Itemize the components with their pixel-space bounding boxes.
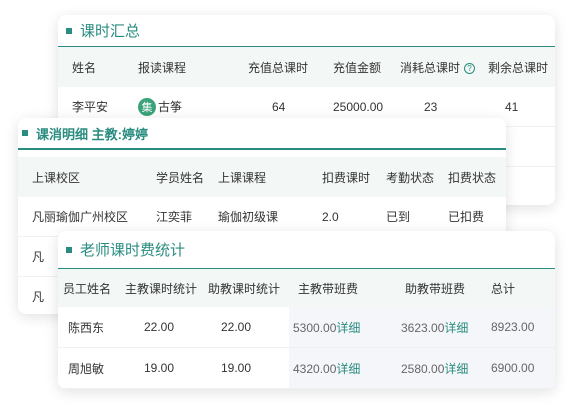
col-header-total: 总计 <box>491 281 516 296</box>
teacher-fee-title-bar: 老师课时费统计 <box>58 231 555 269</box>
amount: 25000.00 <box>333 99 384 114</box>
class-consumption-header-row: 上课校区 学员姓名 上课课程 扣费课时 考勤状态 扣费状态 <box>18 157 506 197</box>
course-cell: 集 古筝 <box>138 97 248 116</box>
teacher-fee-header-row: 员工姓名 主教课时统计 助教课时统计 主教带班费 助教带班费 总计 <box>58 269 555 307</box>
main-hours: 19.00 <box>144 361 175 375</box>
employee-name: 陈西东 <box>68 320 105 335</box>
col-header-name: 姓名 <box>72 60 97 75</box>
col-header-attendance: 考勤状态 <box>386 170 435 185</box>
hours-summary-title-bar: 课时汇总 <box>58 15 555 47</box>
class-consumption-title: 课消明细 主教:婷婷 <box>36 126 148 142</box>
col-header-charge-status: 扣费状态 <box>448 170 497 185</box>
student-name: 江奕菲 <box>156 210 193 224</box>
title-square-icon <box>22 130 28 136</box>
campus: 凡 <box>32 250 45 264</box>
fee-group: 5300.00详细 3623.00详细 8923.00 <box>289 307 555 347</box>
col-header-remaining-hours: 剩余总课时 <box>488 60 549 75</box>
total-hours: 64 <box>272 99 286 114</box>
col-header-amount: 充值金额 <box>333 60 382 75</box>
charge-status: 已扣费 <box>448 210 485 224</box>
class-consumption-title-bar: 课消明细 主教:婷婷 <box>18 118 506 150</box>
col-header-employee: 员工姓名 <box>63 281 112 296</box>
main-fee-cell: 5300.00详细 <box>289 319 397 336</box>
main-fee: 5300.00 <box>293 320 337 335</box>
table-row[interactable]: 周旭敏 19.00 19.00 4320.00详细 2580.00详细 6900… <box>58 348 555 389</box>
total-fee: 8923.00 <box>491 320 535 334</box>
group-class-badge-icon: 集 <box>138 97 156 116</box>
col-header-main-fee: 主教带班费 <box>298 281 359 296</box>
remaining-hours: 41 <box>505 99 519 114</box>
assist-fee-detail-link[interactable]: 详细 <box>444 362 468 376</box>
total-fee: 6900.00 <box>491 361 535 375</box>
title-square-icon <box>66 27 72 34</box>
table-row[interactable]: 陈西东 22.00 22.00 5300.00详细 3623.00详细 8923… <box>58 307 555 348</box>
col-header-student: 学员姓名 <box>156 170 205 185</box>
col-header-assist-hours: 助教课时统计 <box>208 281 281 296</box>
assist-hours: 22.00 <box>221 320 252 334</box>
assist-fee-detail-link[interactable]: 详细 <box>444 321 468 335</box>
hours: 2.0 <box>322 209 339 224</box>
student-name: 李平安 <box>72 100 109 114</box>
attendance-status: 已到 <box>386 210 411 224</box>
assist-fee-cell: 2580.00详细 <box>397 360 487 377</box>
fee-group: 4320.00详细 2580.00详细 6900.00 <box>289 348 555 388</box>
main-fee: 4320.00 <box>293 361 337 376</box>
used-hours: 23 <box>424 99 438 114</box>
assist-fee-cell: 3623.00详细 <box>397 319 487 336</box>
main-fee-cell: 4320.00详细 <box>289 360 397 377</box>
employee-name: 周旭敏 <box>68 361 105 376</box>
col-header-campus: 上课校区 <box>32 170 81 185</box>
main-fee-detail-link[interactable]: 详细 <box>336 321 360 335</box>
assist-fee: 3623.00 <box>401 320 445 335</box>
main-fee-detail-link[interactable]: 详细 <box>336 362 360 376</box>
campus: 凡丽瑜伽广州校区 <box>32 210 129 224</box>
campus: 凡 <box>32 290 45 304</box>
main-hours: 22.00 <box>144 320 175 334</box>
col-header-used-hours-label: 消耗总课时 <box>400 60 461 75</box>
col-header-hours: 扣费课时 <box>322 170 371 185</box>
col-header-total-hours: 充值总课时 <box>248 60 309 75</box>
assist-fee: 2580.00 <box>401 361 445 376</box>
assist-hours: 19.00 <box>221 361 252 375</box>
title-square-icon <box>66 246 72 253</box>
col-header-course: 报读课程 <box>138 60 187 75</box>
col-header-course: 上课课程 <box>218 170 267 185</box>
course-name: 古筝 <box>158 100 183 114</box>
hours-summary-title: 课时汇总 <box>80 23 141 40</box>
teacher-fee-title: 老师课时费统计 <box>80 242 186 259</box>
col-header-assist-fee: 助教带班费 <box>405 281 466 296</box>
col-header-main-hours: 主教课时统计 <box>125 281 198 296</box>
course-name: 瑜伽初级课 <box>218 210 279 224</box>
teacher-fee-card: 老师课时费统计 员工姓名 主教课时统计 助教课时统计 主教带班费 助教带班费 总… <box>58 231 555 389</box>
hours-summary-header-row: 姓名 报读课程 充值总课时 充值金额 消耗总课时? 剩余总课时 <box>58 47 555 87</box>
col-header-used-hours: 消耗总课时? <box>400 59 488 76</box>
help-icon[interactable]: ? <box>464 62 476 74</box>
